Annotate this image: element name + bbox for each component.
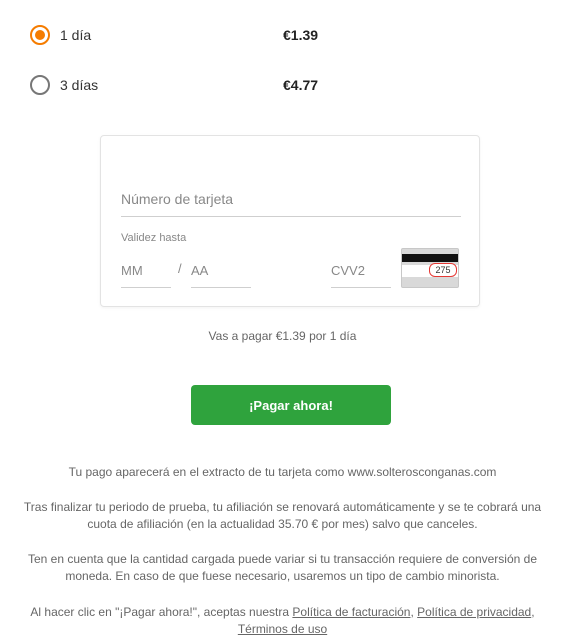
billing-policy-link[interactable]: Política de facturación (292, 605, 410, 619)
pay-now-button[interactable]: ¡Pagar ahora! (191, 385, 391, 425)
cvv-card-back-icon: 275 (401, 248, 459, 288)
terms-of-use-link[interactable]: Términos de uso (238, 622, 327, 636)
plan-label: 1 día (60, 27, 92, 43)
renewal-note: Tras finalizar tu periodo de prueba, tu … (23, 500, 542, 531)
payment-summary: Vas a pagar €1.39 por 1 día (208, 329, 357, 343)
card-number-input[interactable] (121, 181, 461, 217)
plan-price: €1.39 (283, 27, 319, 43)
cvv-input[interactable] (331, 253, 391, 288)
plan-price: €4.77 (283, 77, 319, 93)
privacy-policy-link[interactable]: Política de privacidad (417, 605, 531, 619)
magnetic-stripe (402, 254, 458, 262)
expiry-label: Validez hasta (121, 232, 187, 244)
terms-separator-2: , (531, 605, 535, 619)
terms-prefix: Al hacer clic en "¡Pagar ahora!", acepta… (30, 605, 293, 619)
expiry-year-input[interactable] (191, 253, 251, 288)
card-form: Validez hasta / 275 (100, 135, 480, 307)
cvv-example-code: 275 (429, 263, 457, 277)
plan-label: 3 días (60, 77, 99, 93)
radio-selected-icon[interactable] (30, 25, 50, 45)
statement-note: Tu pago aparecerá en el extracto de tu t… (68, 465, 497, 479)
plan-option-1-day[interactable]: 1 día €1.39 (30, 23, 350, 47)
expiry-month-input[interactable] (121, 253, 171, 288)
expiry-separator: / (178, 261, 182, 276)
terms-note: Al hacer clic en "¡Pagar ahora!", acepta… (20, 604, 545, 638)
plan-option-3-days[interactable]: 3 días €4.77 (30, 73, 350, 97)
conversion-note: Ten en cuenta que la cantidad cargada pu… (28, 552, 537, 583)
radio-unselected-icon[interactable] (30, 75, 50, 95)
